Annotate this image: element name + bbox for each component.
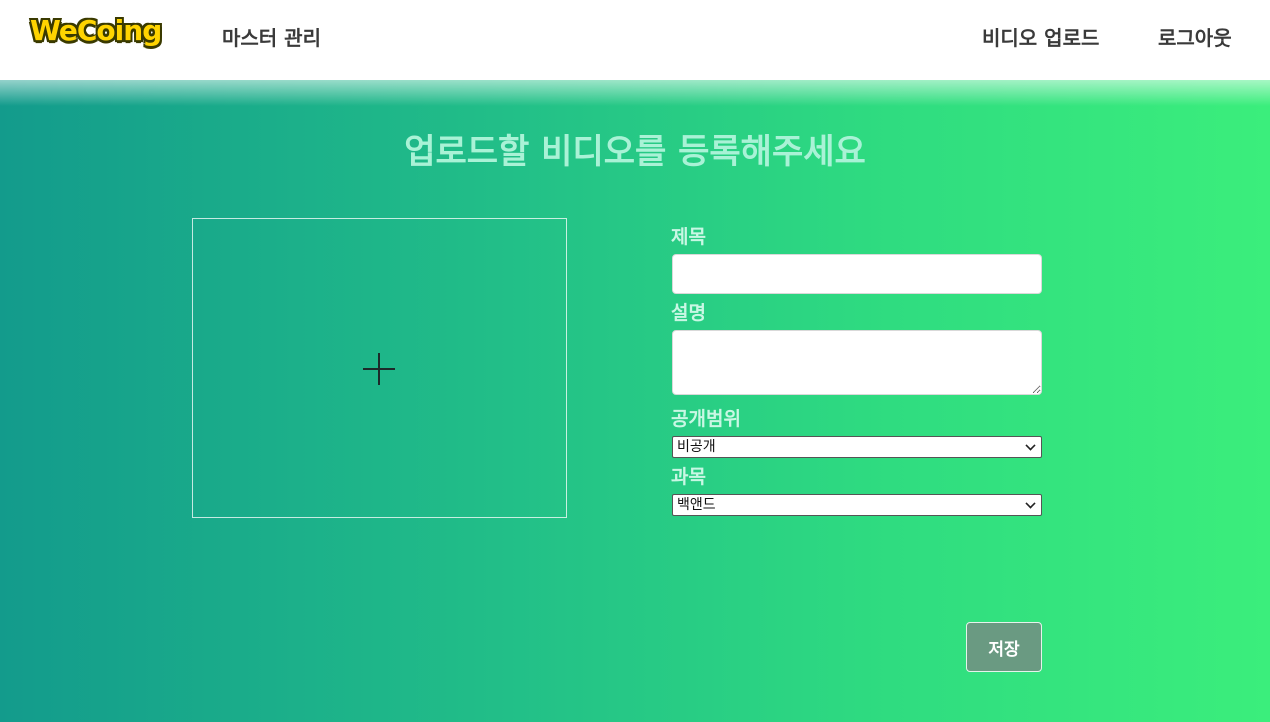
visibility-select[interactable]: 비공개 xyxy=(672,436,1042,458)
subject-selected: 백앤드 xyxy=(677,497,716,513)
description-textarea[interactable] xyxy=(672,330,1042,395)
chevron-down-icon xyxy=(1025,440,1036,451)
title-label: 제목 xyxy=(671,226,706,248)
description-label: 설명 xyxy=(671,302,706,324)
chevron-down-icon xyxy=(1025,498,1036,509)
subject-label: 과목 xyxy=(671,466,706,488)
visibility-selected: 비공개 xyxy=(677,439,716,455)
subject-select[interactable]: 백앤드 xyxy=(672,494,1042,516)
nav-master-management[interactable]: 마스터 관리 xyxy=(222,22,321,51)
video-dropzone[interactable] xyxy=(192,218,567,518)
nav-video-upload[interactable]: 비디오 업로드 xyxy=(982,22,1099,51)
title-input[interactable] xyxy=(672,254,1042,294)
visibility-label: 공개범위 xyxy=(671,408,741,430)
upload-section: 업로드할 비디오를 등록해주세요 제목 설명 공개범위 비공개 과목 백앤드 저… xyxy=(0,80,1270,722)
save-button[interactable]: 저장 xyxy=(966,622,1042,672)
top-navbar: WeCoing 마스터 관리 비디오 업로드 로그아웃 xyxy=(0,0,1270,80)
wecoing-logo[interactable]: WeCoing xyxy=(30,14,162,47)
plus-icon xyxy=(363,353,395,385)
nav-logout[interactable]: 로그아웃 xyxy=(1158,22,1232,51)
page-title: 업로드할 비디오를 등록해주세요 xyxy=(404,132,866,172)
